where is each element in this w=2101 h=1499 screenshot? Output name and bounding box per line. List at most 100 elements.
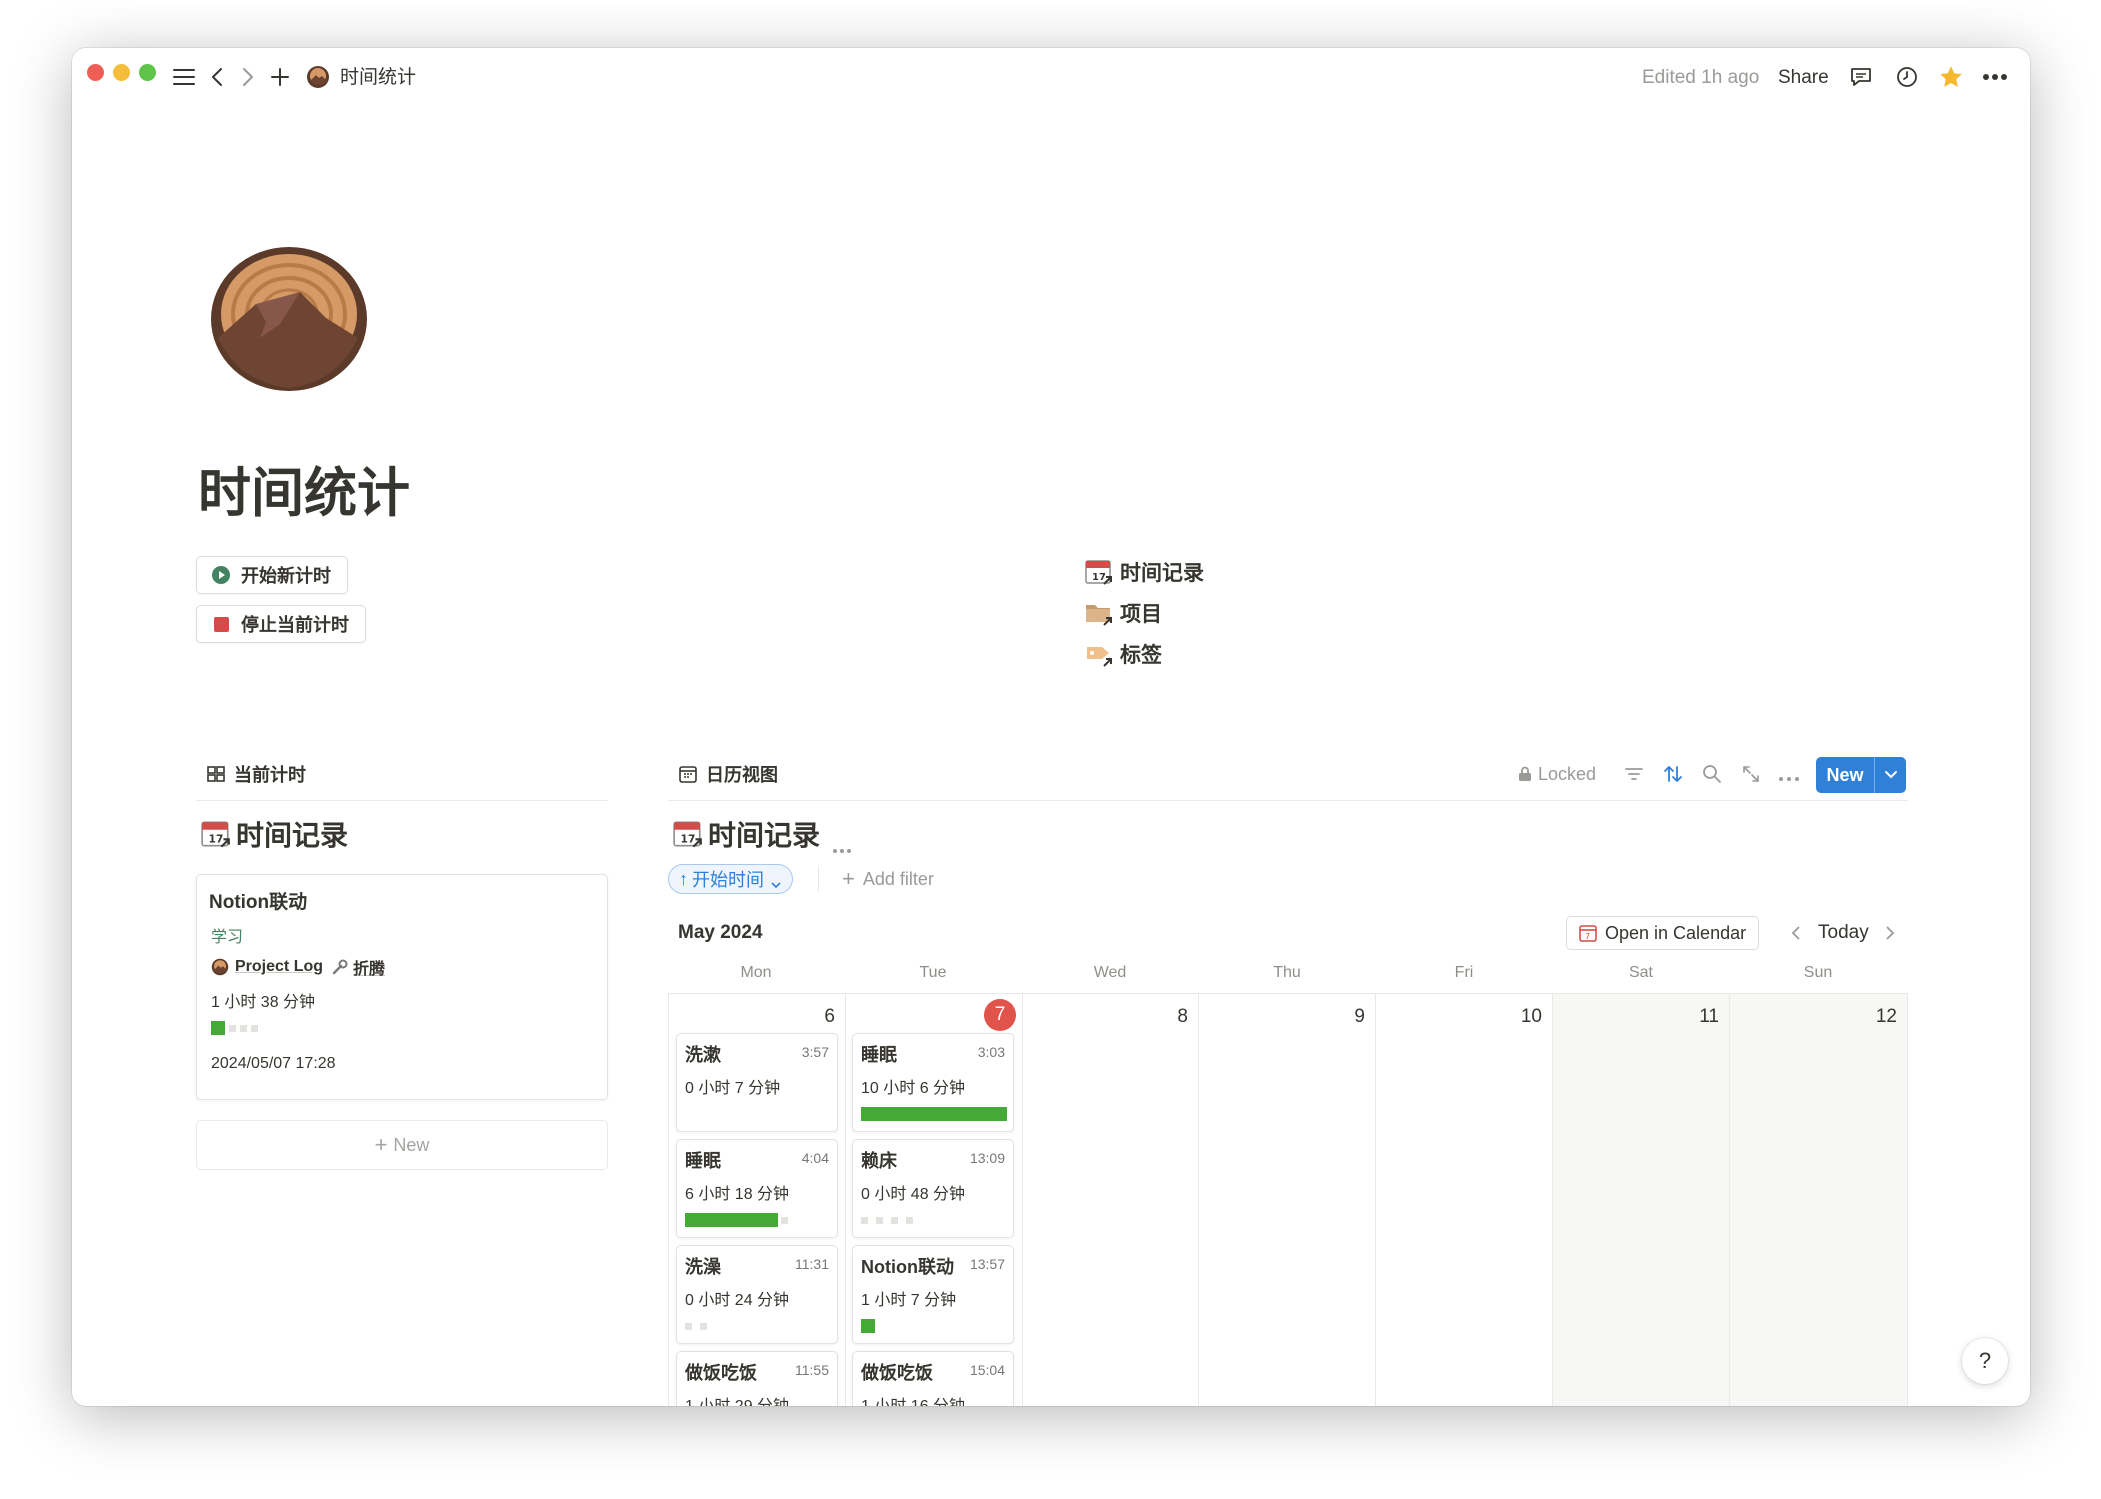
new-button-group: New xyxy=(1816,757,1906,793)
event-title: 做饭吃饭 xyxy=(685,1363,757,1383)
sort-chip-label: 开始时间 xyxy=(692,870,764,890)
plus-icon[interactable] xyxy=(267,64,293,90)
new-entry-button[interactable]: New xyxy=(1816,757,1874,793)
locked-label: Locked xyxy=(1538,763,1597,784)
event-card[interactable]: 赖床 13:09 0 小时 48 分钟 xyxy=(852,1139,1014,1238)
project-link[interactable]: Project Log xyxy=(235,958,323,976)
right-db-title[interactable]: 17 时间记录 xyxy=(672,814,852,854)
day-cell-fri[interactable]: 10 xyxy=(1375,994,1552,1034)
event-duration: 0 小时 24 分钟 xyxy=(685,1292,790,1309)
tab-calendar-view[interactable]: 日历视图 xyxy=(678,760,778,788)
weekday-tue: Tue xyxy=(919,964,947,981)
plus-icon: + xyxy=(842,866,855,891)
page-title[interactable]: 时间统计 xyxy=(198,462,410,526)
link-projects[interactable]: 项目 xyxy=(1084,597,1162,629)
prev-week-chevron-icon[interactable] xyxy=(1788,924,1804,942)
day-number: 6 xyxy=(824,1006,835,1027)
open-in-calendar-button[interactable]: 7 Open in Calendar xyxy=(1566,916,1760,950)
event-time: 3:03 xyxy=(977,1044,1005,1060)
sort-icon[interactable] xyxy=(1662,763,1684,785)
minimize-window-button[interactable] xyxy=(113,64,130,81)
edited-status: Edited 1h ago xyxy=(1642,67,1760,88)
play-circle-icon xyxy=(211,565,231,585)
event-card[interactable]: 睡眠 4:04 6 小时 18 分钟 xyxy=(676,1139,838,1238)
event-time: 11:55 xyxy=(795,1362,829,1378)
tab-calendar-view-label: 日历视图 xyxy=(706,765,778,785)
divider xyxy=(196,800,608,801)
search-icon[interactable] xyxy=(1701,763,1723,785)
back-arrow-icon[interactable] xyxy=(204,64,230,90)
divider xyxy=(668,800,1908,801)
forward-arrow-icon[interactable] xyxy=(235,64,261,90)
event-card[interactable]: 睡眠 3:03 10 小时 6 分钟 xyxy=(852,1033,1014,1132)
tab-current-timer[interactable]: 当前计时 xyxy=(206,760,306,788)
new-card-label: New xyxy=(393,1134,430,1155)
left-db-title[interactable]: 17 时间记录 xyxy=(200,814,348,854)
link-projects-label: 项目 xyxy=(1120,603,1162,626)
day-cell-wed[interactable]: 8 xyxy=(1022,994,1198,1034)
open-in-calendar-label: Open in Calendar xyxy=(1605,922,1747,943)
right-db-title-text: 时间记录 xyxy=(708,820,821,851)
db-more-icon[interactable] xyxy=(832,830,852,853)
day-cell-sat[interactable]: 11 xyxy=(1552,994,1729,1034)
start-timer-button[interactable]: 开始新计时 xyxy=(196,556,348,594)
history-clock-icon[interactable] xyxy=(1894,64,1920,90)
card-project-row: Project Log 折腾 xyxy=(211,955,385,979)
day-cell-tue[interactable]: 7 xyxy=(845,994,1022,1034)
day-cell-sun[interactable]: 12 xyxy=(1729,994,1907,1034)
filter-icon[interactable] xyxy=(1623,763,1645,785)
help-button[interactable]: ? xyxy=(1962,1338,2008,1384)
sidebar-menu-icon[interactable] xyxy=(171,64,197,90)
more-options-icon[interactable] xyxy=(1982,64,2008,90)
current-timer-card[interactable]: Notion联动 学习 Project Log 折腾 1 小时 38 分钟 20… xyxy=(196,874,608,1100)
event-card[interactable]: 做饭吃饭 15:04 1 小时 16 分钟 xyxy=(852,1351,1014,1406)
favorite-star-icon[interactable] xyxy=(1938,64,1964,90)
calendar-app-icon: 7 xyxy=(1579,924,1597,942)
event-title: 做饭吃饭 xyxy=(861,1363,933,1383)
lock-icon xyxy=(1518,766,1532,782)
view-more-icon[interactable] xyxy=(1778,770,1800,781)
link-time-records[interactable]: 17 时间记录 xyxy=(1084,556,1204,588)
event-duration: 10 小时 6 分钟 xyxy=(861,1080,966,1097)
stop-timer-label: 停止当前计时 xyxy=(241,615,349,635)
locked-indicator[interactable]: Locked xyxy=(1518,760,1596,788)
event-title: 洗澡 xyxy=(685,1257,721,1277)
share-button[interactable]: Share xyxy=(1778,66,1829,90)
expand-icon[interactable] xyxy=(1740,763,1762,785)
event-card[interactable]: 做饭吃饭 11:55 1 小时 29 分钟 xyxy=(676,1351,838,1406)
project-tag-link[interactable]: 折腾 xyxy=(353,955,385,979)
svg-text:17: 17 xyxy=(1092,572,1106,583)
event-card[interactable]: 洗漱 3:57 0 小时 7 分钟 xyxy=(676,1033,838,1132)
calendar-icon: 17 xyxy=(200,818,232,850)
stop-square-icon xyxy=(211,614,231,634)
breadcrumb-page-title[interactable]: 时间统计 xyxy=(340,66,416,90)
today-day-number: 7 xyxy=(984,999,1016,1031)
event-progress-bar xyxy=(861,1213,913,1227)
add-filter-button[interactable]: + Add filter xyxy=(842,866,934,892)
day-cell-thu[interactable]: 9 xyxy=(1198,994,1375,1034)
new-dropdown-chevron-icon[interactable] xyxy=(1875,757,1906,793)
today-button[interactable]: Today xyxy=(1818,922,1869,944)
plus-icon: + xyxy=(374,1132,388,1157)
zoom-window-button[interactable] xyxy=(139,64,156,81)
day-cell-mon[interactable]: 6 xyxy=(668,994,845,1034)
comment-icon[interactable] xyxy=(1848,64,1874,90)
event-duration: 6 小时 18 分钟 xyxy=(685,1186,790,1203)
sort-chip[interactable]: ↑ 开始时间 xyxy=(668,864,793,894)
next-week-chevron-icon[interactable] xyxy=(1882,924,1898,942)
stop-timer-button[interactable]: 停止当前计时 xyxy=(196,605,366,643)
weekday-sat: Sat xyxy=(1628,964,1653,981)
new-card-button[interactable]: + New xyxy=(196,1120,608,1170)
close-window-button[interactable] xyxy=(87,64,104,81)
event-card[interactable]: 洗澡 11:31 0 小时 24 分钟 xyxy=(676,1245,838,1344)
project-wood-icon xyxy=(211,958,229,976)
grid-line xyxy=(1729,994,1730,1406)
svg-text:7: 7 xyxy=(1585,932,1590,941)
event-card[interactable]: Notion联动 13:57 1 小时 7 分钟 xyxy=(852,1245,1014,1344)
tag-link-icon xyxy=(1084,639,1114,669)
link-tags[interactable]: 标签 xyxy=(1084,638,1162,670)
day-number: 9 xyxy=(1354,1006,1365,1027)
arrow-up-icon: ↑ xyxy=(679,868,688,889)
divider xyxy=(818,866,819,892)
tab-current-timer-label: 当前计时 xyxy=(234,765,306,785)
